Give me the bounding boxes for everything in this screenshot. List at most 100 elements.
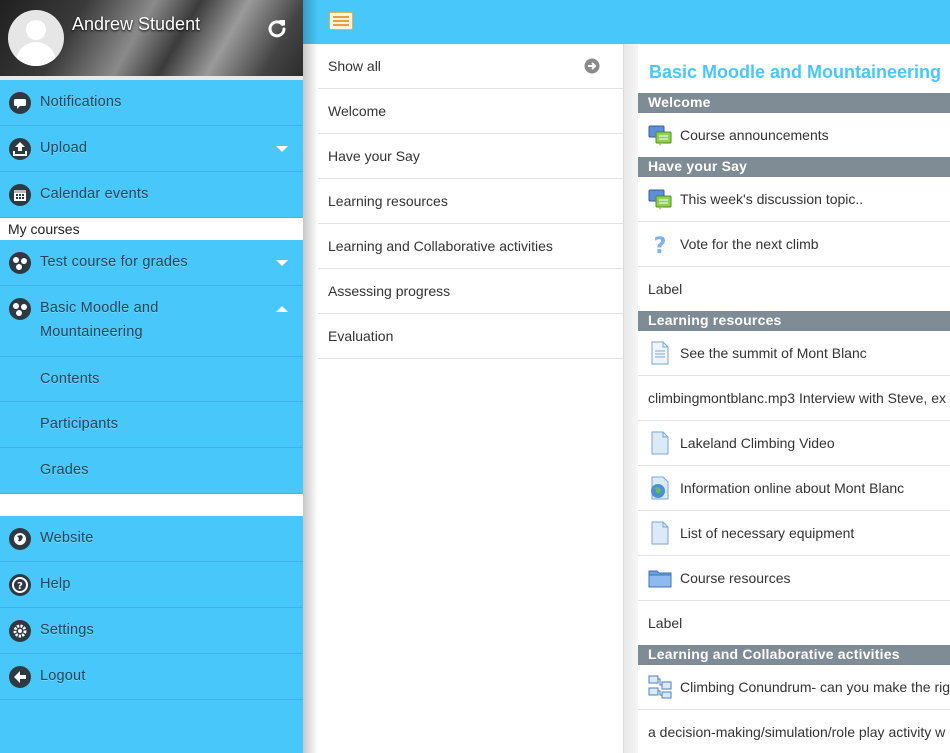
- course-label: Test course for grades: [40, 254, 188, 270]
- menu-item-settings[interactable]: Settings: [0, 608, 303, 654]
- section-evaluation[interactable]: Evaluation: [318, 314, 623, 359]
- my-courses-header: My courses: [0, 218, 303, 240]
- menu-item-calendar-events[interactable]: Calendar events: [0, 172, 303, 218]
- menu-course-basic-moodle[interactable]: Basic Moodle and Mountaineering: [0, 286, 303, 356]
- activity-label: Label: [648, 615, 683, 631]
- subitem-label: Participants: [40, 416, 119, 432]
- activity-course-announcements[interactable]: Course announcements: [638, 113, 950, 158]
- activity-info-mont-blanc[interactable]: Information online about Mont Blanc: [638, 466, 950, 511]
- menu-course-test-course[interactable]: Test course for grades: [0, 240, 303, 286]
- logout-icon: [9, 666, 31, 688]
- folder-icon: [648, 570, 672, 588]
- subitem-label: Contents: [40, 371, 100, 387]
- menu-item-logout[interactable]: Logout: [0, 654, 303, 700]
- course-title: Basic Moodle and Mountaineering: [649, 62, 942, 82]
- menu-item-label: Settings: [40, 622, 94, 638]
- section-label: Show all: [328, 58, 381, 74]
- section-show-all[interactable]: Show all: [318, 44, 623, 89]
- activity-label-item: Label: [638, 601, 950, 646]
- section-header-welcome: Welcome: [638, 93, 950, 113]
- help-icon: ?: [9, 574, 31, 596]
- pane-divider: [624, 44, 638, 753]
- activity-label: Climbing Conundrum- can you make the rig: [680, 679, 950, 695]
- course-subitem-participants[interactable]: Participants: [0, 402, 303, 448]
- activity-discussion-topic[interactable]: This week's discussion topic..: [638, 177, 950, 222]
- activity-decision-making: a decision-making/simulation/role play a…: [638, 710, 950, 753]
- gear-icon: [9, 620, 31, 642]
- avatar[interactable]: [8, 10, 64, 66]
- section-welcome[interactable]: Welcome: [318, 89, 623, 134]
- menu-item-label: Logout: [40, 668, 86, 684]
- activity-label: Vote for the next climb: [680, 236, 819, 252]
- activity-label-item: Label: [638, 267, 950, 312]
- activity-label: This week's discussion topic..: [680, 191, 864, 207]
- chevron-down-icon[interactable]: [274, 144, 290, 154]
- activity-lakeland-video[interactable]: Lakeland Climbing Video: [638, 421, 950, 466]
- section-label: Have your Say: [328, 148, 420, 164]
- svg-text:?: ?: [17, 581, 23, 592]
- course-sections-list: Show all Welcome Have your Say Learning …: [318, 44, 624, 753]
- menu-item-label: Help: [40, 576, 71, 592]
- arrow-right-icon: [584, 58, 600, 74]
- course-label-line1: Basic Moodle and: [40, 300, 159, 316]
- menu-item-label: Upload: [40, 140, 88, 156]
- menu-item-website[interactable]: Website: [0, 516, 303, 562]
- page-icon: [651, 341, 669, 365]
- menu-toggle-icon[interactable]: [329, 12, 353, 30]
- menu-item-label: Website: [40, 530, 94, 546]
- chevron-up-icon[interactable]: [274, 304, 290, 314]
- menu-item-upload[interactable]: Upload: [0, 126, 303, 172]
- section-header-have-your-say: Have your Say: [638, 157, 950, 177]
- activity-label: Course resources: [680, 570, 791, 586]
- notifications-icon: [9, 92, 31, 114]
- menu-item-label: Notifications: [40, 94, 122, 110]
- question-icon: ?: [654, 234, 667, 256]
- chevron-down-icon[interactable]: [274, 258, 290, 268]
- activity-label: List of necessary equipment: [680, 525, 855, 541]
- section-header-learning-resources: Learning resources: [638, 311, 950, 331]
- activity-summit-mont-blanc[interactable]: See the summit of Mont Blanc: [638, 331, 950, 376]
- side-menu: Andrew Student Notifications Upload Cale…: [0, 0, 303, 753]
- section-assessing-progress[interactable]: Assessing progress: [318, 269, 623, 314]
- section-label: Learning and Collaborative activities: [328, 238, 553, 254]
- activity-climbing-mp3: climbingmontblanc.mp3 Interview with Ste…: [638, 376, 950, 421]
- forum-icon: [648, 189, 672, 210]
- top-bar: [303, 0, 950, 44]
- activity-label: climbingmontblanc.mp3 Interview with Ste…: [648, 390, 947, 406]
- calendar-icon: [9, 184, 31, 206]
- course-subitem-grades[interactable]: Grades: [0, 448, 303, 494]
- activity-course-resources[interactable]: Course resources: [638, 556, 950, 601]
- menu-item-help[interactable]: ? Help: [0, 562, 303, 608]
- activity-equipment-list[interactable]: List of necessary equipment: [638, 511, 950, 556]
- svg-text:?: ?: [654, 234, 667, 256]
- file-icon: [651, 521, 669, 545]
- subitem-label: Grades: [40, 462, 89, 478]
- menu-item-label: Calendar events: [40, 186, 149, 202]
- user-profile-header: Andrew Student: [0, 0, 303, 76]
- activity-vote-next-climb[interactable]: ? Vote for the next climb: [638, 222, 950, 267]
- section-label: Evaluation: [328, 328, 394, 344]
- url-icon: [651, 476, 669, 500]
- section-have-your-say[interactable]: Have your Say: [318, 134, 623, 179]
- course-content: Basic Moodle and Mountaineering Welcome …: [638, 44, 950, 753]
- activity-label: See the summit of Mont Blanc: [680, 345, 867, 361]
- activity-label: Course announcements: [680, 127, 829, 143]
- activity-label: Information online about Mont Blanc: [680, 480, 905, 496]
- activity-label: Label: [648, 281, 683, 297]
- refresh-icon[interactable]: [266, 17, 288, 39]
- upload-icon: [9, 138, 31, 160]
- activity-climbing-conundrum[interactable]: Climbing Conundrum- can you make the rig: [638, 665, 950, 710]
- file-icon: [651, 431, 669, 455]
- activity-label: a decision-making/simulation/role play a…: [648, 724, 946, 740]
- user-name: Andrew Student: [72, 14, 201, 34]
- course-subitem-contents[interactable]: Contents: [0, 356, 303, 402]
- menu-item-notifications[interactable]: Notifications: [0, 80, 303, 126]
- section-header-learning-collaborative: Learning and Collaborative activities: [638, 645, 950, 665]
- section-label: Assessing progress: [328, 283, 451, 299]
- section-label: Welcome: [328, 103, 387, 119]
- lesson-icon: [648, 675, 672, 699]
- section-learning-collaborative[interactable]: Learning and Collaborative activities: [318, 224, 623, 269]
- section-learning-resources[interactable]: Learning resources: [318, 179, 623, 224]
- section-label: Learning resources: [328, 193, 448, 209]
- activity-label: Lakeland Climbing Video: [680, 435, 835, 451]
